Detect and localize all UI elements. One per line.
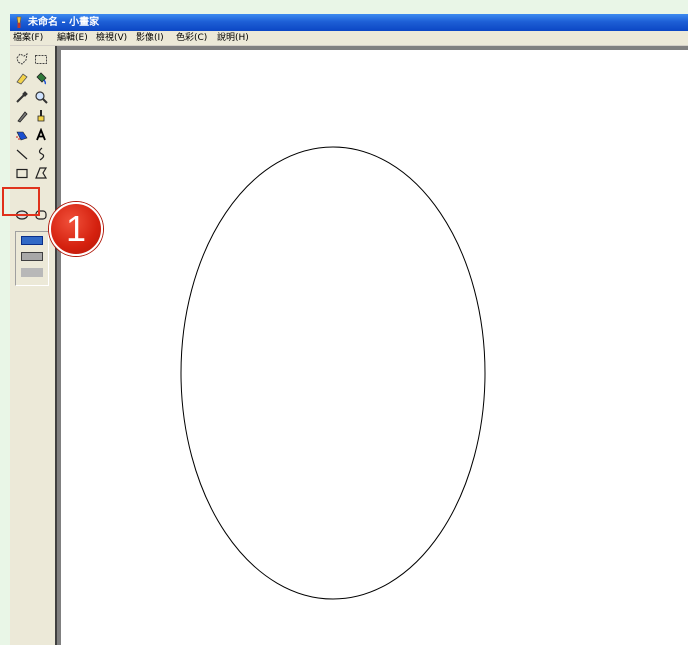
brush-icon (37, 110, 45, 122)
menu-view[interactable]: 檢視(V) (96, 31, 127, 45)
fill-option-fill-only[interactable] (21, 268, 43, 277)
magnifier-icon (35, 91, 48, 104)
free-form-select-icon (16, 52, 28, 65)
menu-help[interactable]: 說明(H) (217, 31, 249, 45)
drawn-ellipse (180, 146, 486, 600)
menu-file[interactable]: 檔案(F) (13, 31, 43, 45)
pencil-tool[interactable] (13, 107, 31, 125)
airbrush-icon (16, 131, 28, 141)
fill-option-outline[interactable] (21, 236, 43, 245)
rectangle-tool[interactable] (13, 164, 31, 182)
airbrush-tool[interactable] (13, 126, 31, 144)
menu-image[interactable]: 影像(I) (136, 31, 164, 45)
paint-window: 未命名 - 小畫家 檔案(F) 編輯(E) 檢視(V) 影像(I) 色彩(C) … (10, 14, 688, 645)
title-bar[interactable]: 未命名 - 小畫家 (10, 14, 688, 31)
curve-tool[interactable] (32, 145, 50, 163)
line-icon (16, 149, 28, 160)
text-tool[interactable] (32, 126, 50, 144)
brush-tool[interactable] (32, 107, 50, 125)
magnifier-tool[interactable] (32, 88, 50, 106)
step-number-badge: 1 (49, 202, 103, 256)
menu-bar: 檔案(F) 編輯(E) 檢視(V) 影像(I) 色彩(C) 說明(H) (10, 31, 688, 46)
eraser-tool[interactable] (13, 69, 31, 87)
text-icon (36, 128, 46, 141)
window-title: 未命名 - 小畫家 (28, 17, 100, 28)
drawing-canvas[interactable] (61, 50, 688, 645)
pencil-icon (17, 111, 28, 123)
curve-icon (38, 147, 45, 161)
paint-app-icon (16, 16, 22, 28)
polygon-icon (35, 167, 48, 179)
rectangle-icon (16, 168, 28, 179)
eraser-icon (16, 73, 28, 85)
fill-bucket-tool[interactable] (32, 69, 50, 87)
fill-option-outline-with-fill[interactable] (21, 252, 43, 261)
color-picker-tool[interactable] (13, 88, 31, 106)
line-tool[interactable] (13, 145, 31, 163)
polygon-tool[interactable] (32, 164, 50, 182)
canvas-area (55, 46, 688, 645)
rect-select-icon (35, 55, 47, 64)
canvas-drawing (180, 146, 486, 600)
free-form-select-tool[interactable] (13, 50, 31, 68)
menu-edit[interactable]: 編輯(E) (57, 31, 88, 45)
rect-select-tool[interactable] (32, 50, 50, 68)
menu-colors[interactable]: 色彩(C) (176, 31, 207, 45)
color-picker-icon (16, 91, 28, 103)
toolbox (10, 46, 54, 645)
fill-style-options (15, 231, 49, 286)
fill-bucket-icon (36, 72, 47, 85)
ellipse-tool-highlight (2, 187, 40, 216)
